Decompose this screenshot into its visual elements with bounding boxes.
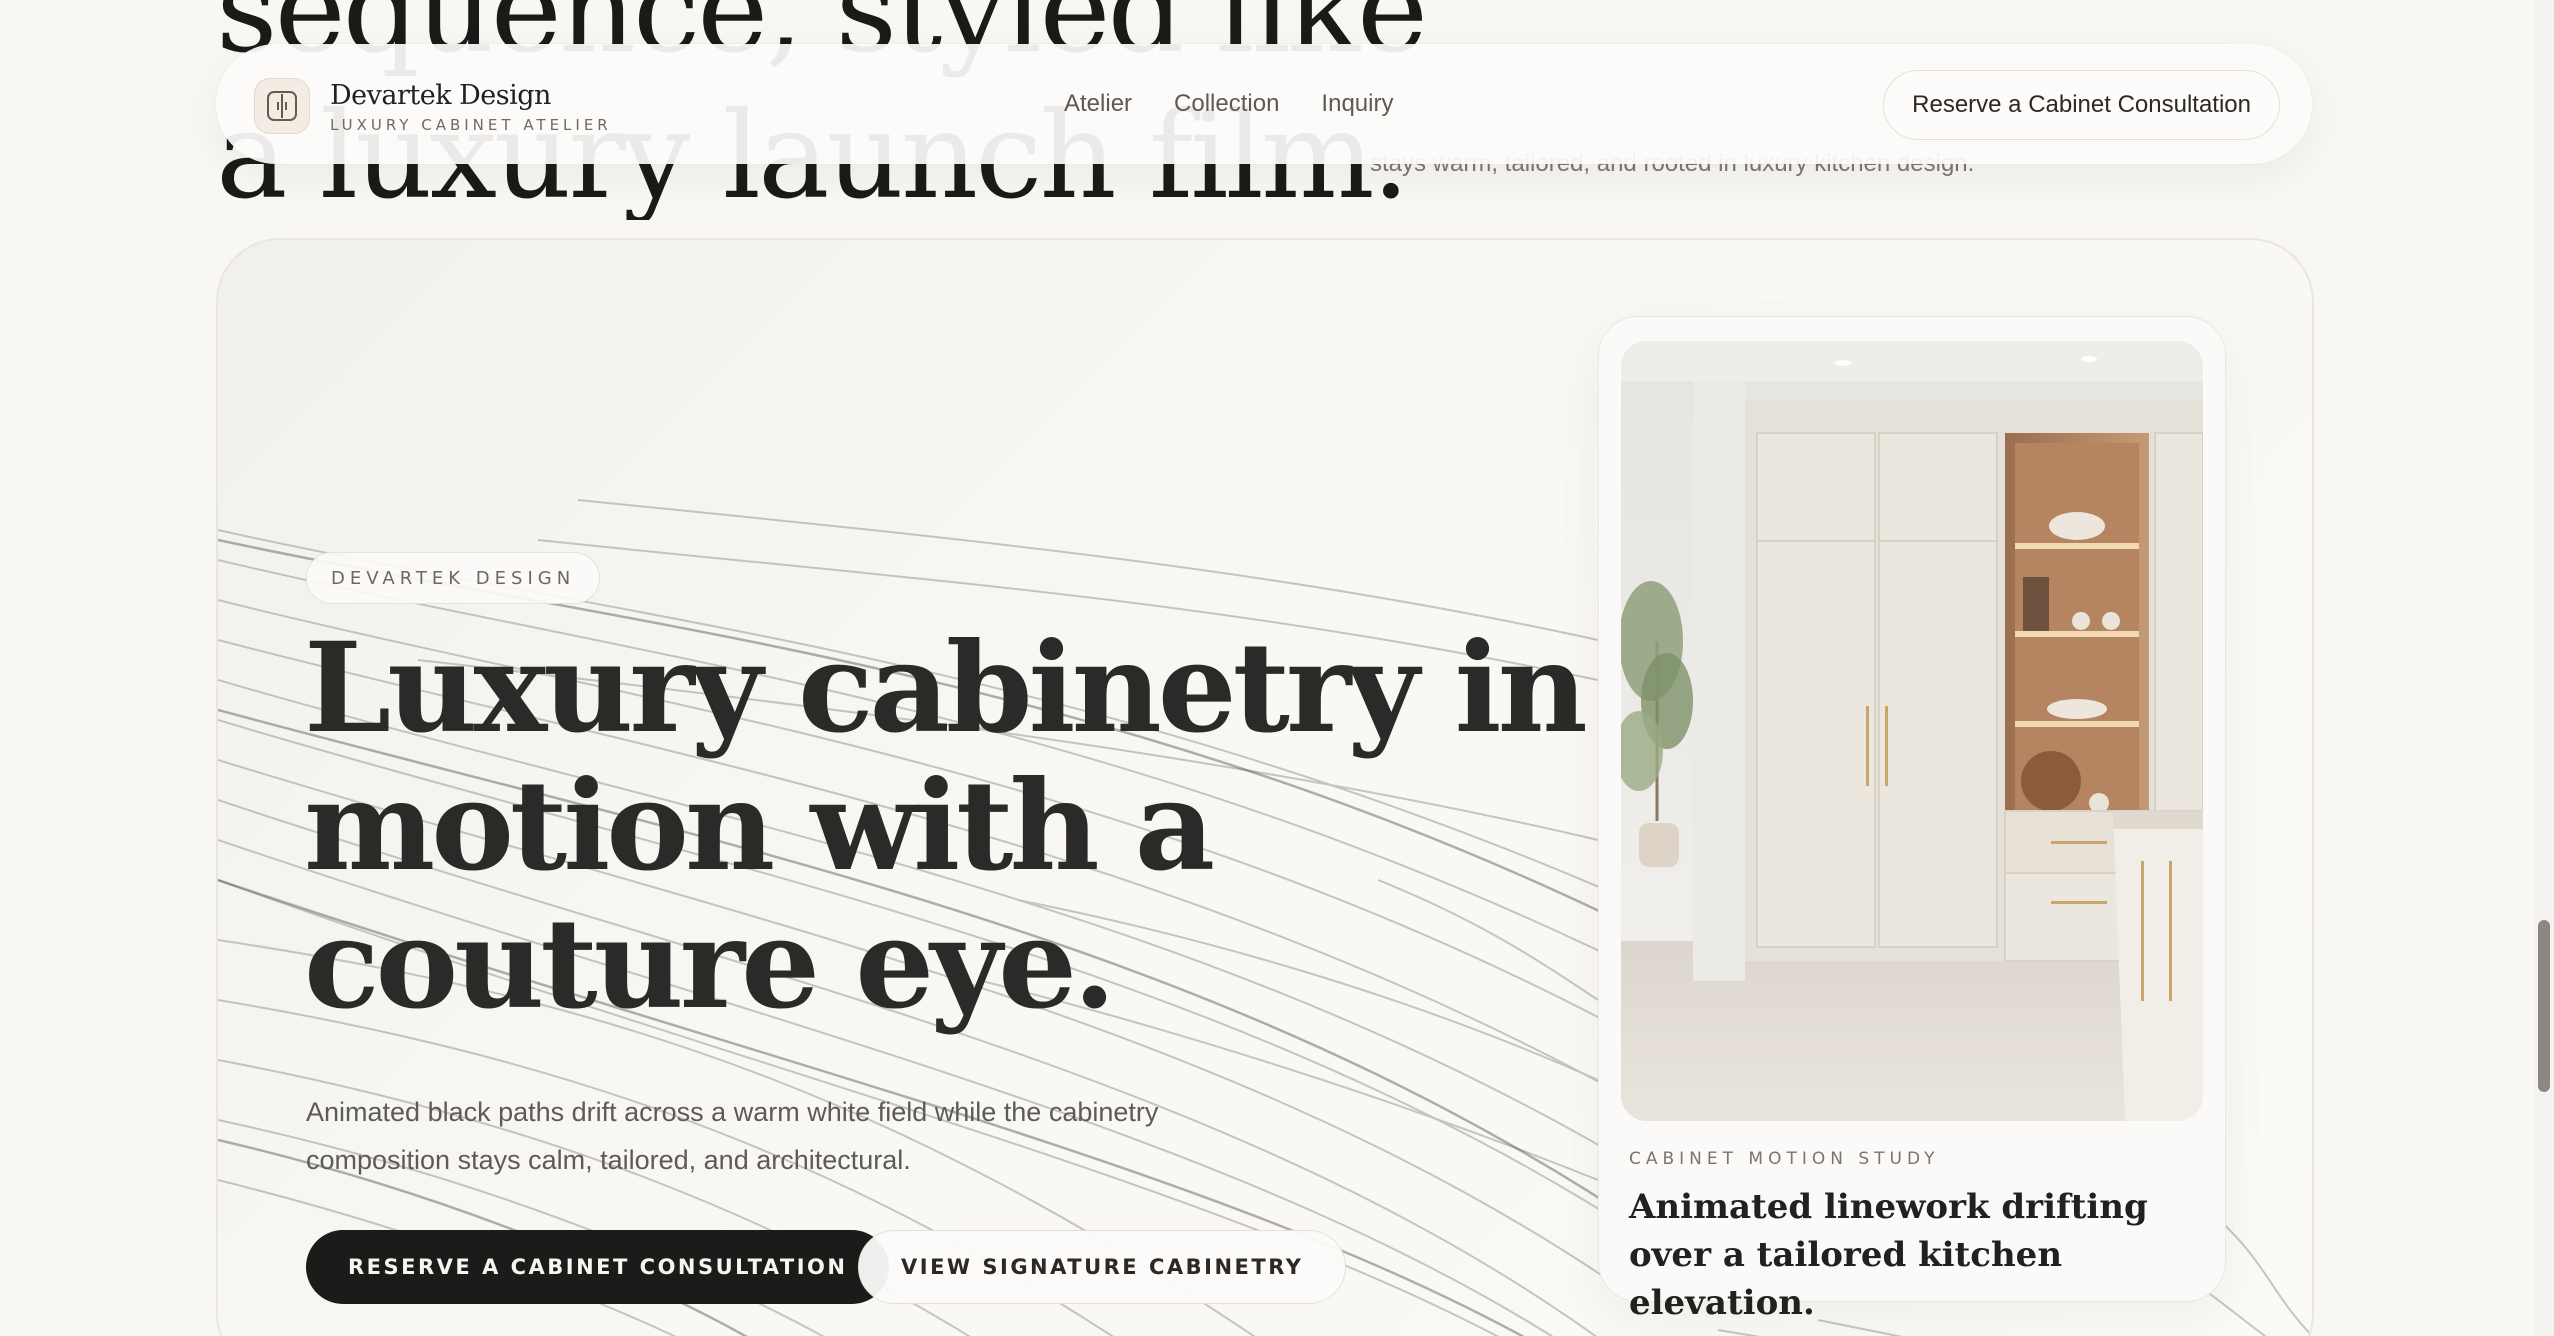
feature-eyebrow: CABINET MOTION STUDY [1629,1149,1940,1169]
page-scrollbar-track[interactable] [2534,0,2554,1336]
hero-title-line-1: Luxury cabinetry in [304,616,1588,761]
brand-name[interactable]: Devartek Design [330,80,551,111]
view-signature-cabinetry-button[interactable]: VIEW SIGNATURE CABINETRY [858,1230,1347,1304]
reserve-cabinet-consultation-button[interactable]: RESERVE A CABINET CONSULTATION [306,1230,890,1304]
hero-section: DEVARTEK DESIGN Luxury cabinetry in moti… [216,238,2314,1336]
kitchen-elevation-image [1621,341,2203,1121]
hero-subtitle: Animated black paths drift across a warm… [306,1097,1159,1175]
hero-title-line-3: couture eye. [304,892,1116,1037]
nav-link-inquiry[interactable]: Inquiry [1321,90,1393,118]
hero-title: Luxury cabinetry in motion with a coutur… [304,620,1704,1034]
feature-title: Animated linework drifting over a tailor… [1629,1187,2148,1323]
brand-logo-icon[interactable] [254,78,310,134]
reserve-consultation-button[interactable]: Reserve a Cabinet Consultation [1883,70,2280,140]
cabinet-doors-icon [267,91,297,121]
cabinet-motion-study-card[interactable]: CABINET MOTION STUDY Animated linework d… [1598,316,2226,1323]
brand-tagline: LUXURY CABINET ATELIER [330,116,612,134]
site-header: Devartek Design LUXURY CABINET ATELIER A… [216,44,2312,164]
kitchen-illustration [1621,341,2203,1121]
nav-link-collection[interactable]: Collection [1174,90,1279,118]
hero-title-line-2: motion with a [304,754,1215,899]
page-scrollbar-thumb[interactable] [2538,920,2550,1092]
nav-link-atelier[interactable]: Atelier [1064,90,1132,118]
main-nav: Atelier Collection Inquiry [1064,90,1393,118]
hero-eyebrow-badge: DEVARTEK DESIGN [306,552,601,604]
